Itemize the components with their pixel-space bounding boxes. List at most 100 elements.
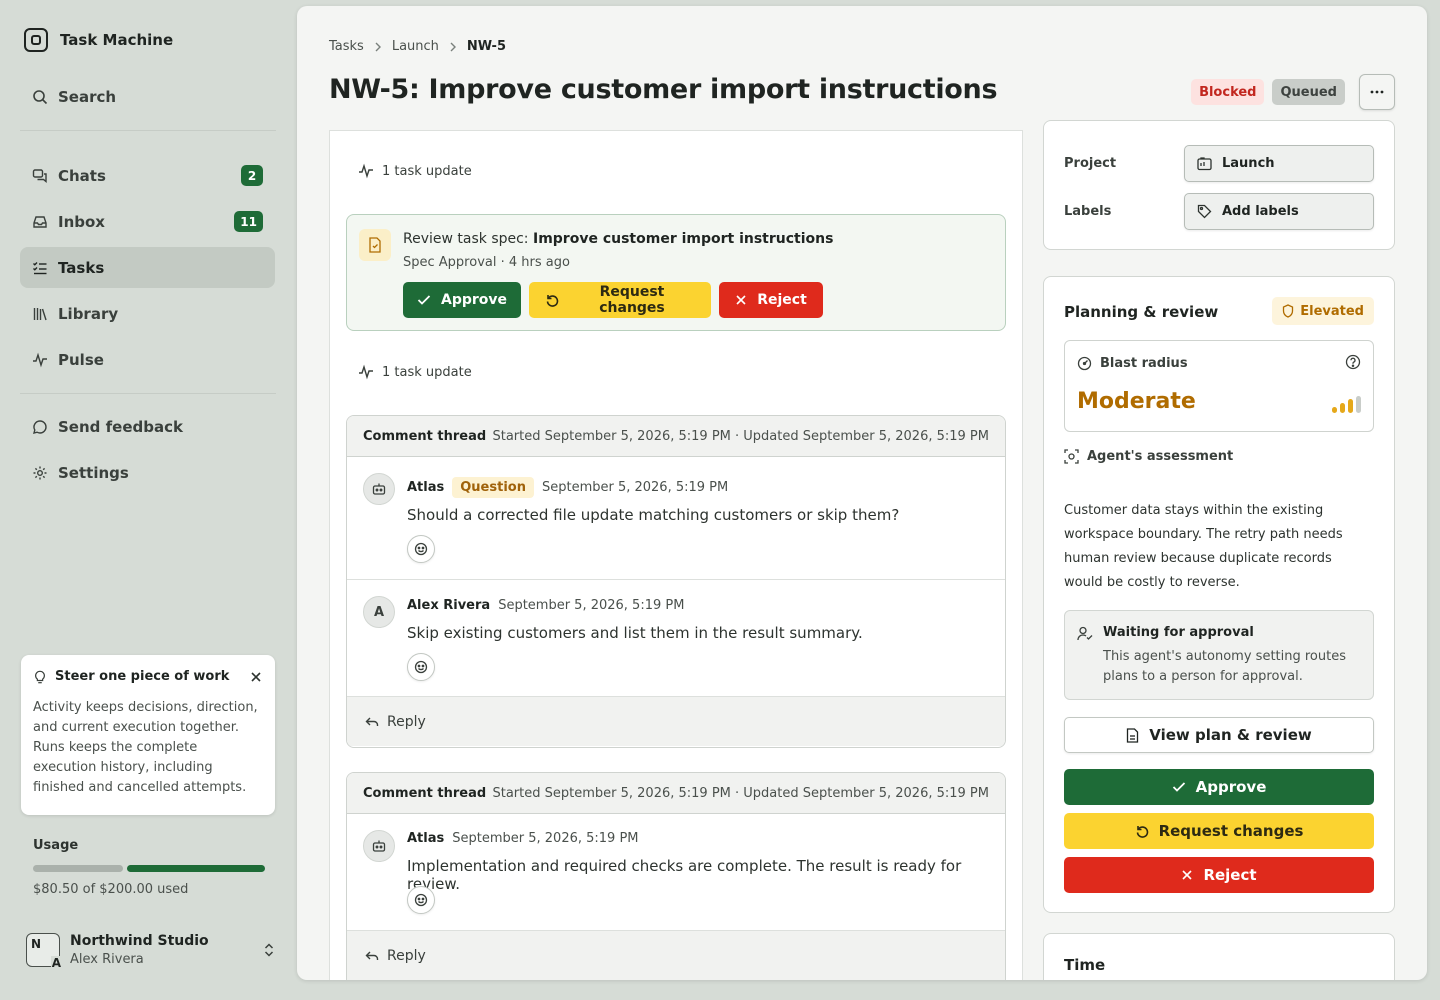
sidebar-item-label: Chats bbox=[58, 166, 106, 185]
task-update-label: 1 task update bbox=[382, 163, 472, 179]
sidebar-item-label: Tasks bbox=[58, 258, 105, 277]
project-select[interactable]: Launch bbox=[1184, 145, 1374, 182]
chevron-right-icon bbox=[449, 42, 457, 52]
comment: Atlas Question September 5, 2026, 5:19 P… bbox=[347, 457, 1005, 580]
blast-radius-panel: Blast radius Moderate bbox=[1064, 340, 1374, 432]
undo-icon bbox=[1135, 824, 1149, 838]
request-plan-changes-label: Request changes bbox=[1158, 822, 1304, 840]
comment-author: Atlas bbox=[407, 831, 445, 846]
close-icon[interactable] bbox=[249, 670, 263, 684]
brand[interactable]: Task Machine bbox=[24, 28, 173, 52]
scan-icon bbox=[1064, 449, 1079, 464]
request-changes-button[interactable]: Request changes bbox=[529, 282, 711, 318]
reject-plan-button[interactable]: Reject bbox=[1064, 857, 1374, 893]
inbox-icon bbox=[32, 214, 48, 230]
sidebar-item-library[interactable]: Library bbox=[20, 293, 275, 334]
task-update-row[interactable]: 1 task update bbox=[358, 163, 472, 179]
search-button[interactable]: Search bbox=[20, 76, 275, 117]
tip-card: Steer one piece of work Activity keeps d… bbox=[21, 655, 275, 815]
reply-icon bbox=[365, 950, 379, 962]
view-plan-button[interactable]: View plan & review bbox=[1064, 717, 1374, 753]
gear-icon bbox=[32, 465, 48, 481]
spec-title: Review task spec: Improve customer impor… bbox=[403, 231, 833, 247]
sidebar-item-tasks[interactable]: Tasks bbox=[20, 247, 275, 288]
more-options-button[interactable] bbox=[1359, 74, 1395, 110]
tip-body: Activity keeps decisions, direction, and… bbox=[33, 700, 258, 795]
breadcrumb-item-tasks[interactable]: Tasks bbox=[329, 39, 364, 54]
blast-radius-label: Blast radius bbox=[1100, 356, 1188, 371]
question-badge: Question bbox=[452, 477, 534, 498]
comment-time: September 5, 2026, 5:19 PM bbox=[498, 598, 685, 613]
planning-title: Planning & review bbox=[1064, 303, 1219, 321]
reply-button[interactable]: Reply bbox=[347, 931, 1005, 980]
tag-icon bbox=[1197, 204, 1212, 219]
reply-label: Reply bbox=[387, 713, 426, 730]
workspace-name: Northwind Studio bbox=[70, 933, 209, 949]
x-icon bbox=[735, 294, 747, 306]
time-title: Time bbox=[1064, 956, 1106, 974]
project-value: Launch bbox=[1222, 156, 1275, 171]
sidebar-item-inbox[interactable]: Inbox 11 bbox=[20, 201, 275, 242]
approve-plan-label: Approve bbox=[1195, 778, 1267, 796]
comment-author: Alex Rivera bbox=[407, 598, 491, 613]
thread-meta: Started September 5, 2026, 5:19 PM · Upd… bbox=[492, 785, 989, 801]
count-badge: 11 bbox=[234, 211, 263, 232]
undo-icon bbox=[545, 293, 559, 307]
approve-button[interactable]: Approve bbox=[403, 282, 521, 318]
count-badge: 2 bbox=[241, 165, 263, 186]
status-badge-blocked: Blocked bbox=[1191, 79, 1265, 105]
send-feedback-button[interactable]: Send feedback bbox=[20, 406, 275, 447]
add-labels-button[interactable]: Add labels bbox=[1184, 193, 1374, 230]
breadcrumb-item-launch[interactable]: Launch bbox=[392, 39, 439, 54]
assessment-text: Customer data stays within the existing … bbox=[1064, 503, 1343, 590]
usage-bar-segment bbox=[33, 865, 123, 872]
settings-button[interactable]: Settings bbox=[20, 452, 275, 493]
workspace-user: Alex Rivera bbox=[70, 952, 144, 967]
usage-bar bbox=[33, 865, 265, 872]
comment-time: September 5, 2026, 5:19 PM bbox=[452, 831, 639, 846]
app-logo-icon bbox=[24, 28, 48, 52]
thread-title: Comment thread bbox=[363, 428, 487, 444]
help-icon[interactable] bbox=[1345, 354, 1361, 370]
spec-title-name: Improve customer import instructions bbox=[532, 231, 834, 247]
project-label: Project bbox=[1064, 156, 1117, 171]
page-title: NW-5: Improve customer import instructio… bbox=[329, 74, 998, 105]
task-update-row[interactable]: 1 task update bbox=[358, 364, 472, 380]
settings-label: Settings bbox=[58, 463, 129, 482]
user-initial: A bbox=[50, 956, 62, 970]
reject-plan-label: Reject bbox=[1203, 866, 1257, 884]
meter-bar bbox=[1348, 399, 1353, 413]
comment-body: Skip existing customers and list them in… bbox=[407, 624, 863, 642]
main-panel: Tasks Launch NW-5 NW-5: Improve customer… bbox=[297, 6, 1427, 980]
reject-button[interactable]: Reject bbox=[719, 282, 823, 318]
add-reaction-button[interactable] bbox=[407, 653, 435, 681]
avatar: A bbox=[363, 596, 395, 628]
activity-feed: 1 task update Review task spec: Improve … bbox=[329, 130, 1023, 980]
blast-radius-value: Moderate bbox=[1077, 389, 1196, 414]
waiting-body: This agent's autonomy setting routes pla… bbox=[1103, 649, 1346, 684]
request-plan-changes-button[interactable]: Request changes bbox=[1064, 813, 1374, 849]
shield-icon bbox=[1282, 304, 1294, 318]
add-reaction-button[interactable] bbox=[407, 535, 435, 563]
sidebar-item-label: Library bbox=[58, 304, 119, 323]
reply-button[interactable]: Reply bbox=[347, 697, 1005, 746]
sidebar-item-label: Pulse bbox=[58, 350, 104, 369]
comment-thread: Comment thread Started September 5, 2026… bbox=[346, 772, 1006, 980]
check-icon bbox=[1172, 781, 1186, 793]
smiley-plus-icon bbox=[413, 541, 429, 557]
usage-bar-segment bbox=[127, 865, 265, 872]
labels-label: Labels bbox=[1064, 204, 1112, 219]
chevron-right-icon bbox=[374, 42, 382, 52]
bot-icon bbox=[363, 473, 395, 505]
add-reaction-button[interactable] bbox=[407, 886, 435, 914]
risk-badge: Elevated bbox=[1272, 297, 1374, 325]
breadcrumb-current: NW-5 bbox=[466, 39, 506, 54]
approve-plan-button[interactable]: Approve bbox=[1064, 769, 1374, 805]
sidebar-item-pulse[interactable]: Pulse bbox=[20, 339, 275, 380]
pulse-icon bbox=[358, 163, 374, 179]
app-name: Task Machine bbox=[60, 31, 174, 49]
workspace-switcher[interactable]: N A Northwind Studio Alex Rivera bbox=[26, 930, 276, 970]
sidebar-item-chats[interactable]: Chats 2 bbox=[20, 155, 275, 196]
details-panel: Project Launch Labels Add labels Plannin… bbox=[1043, 120, 1395, 980]
pulse-icon bbox=[32, 352, 48, 368]
